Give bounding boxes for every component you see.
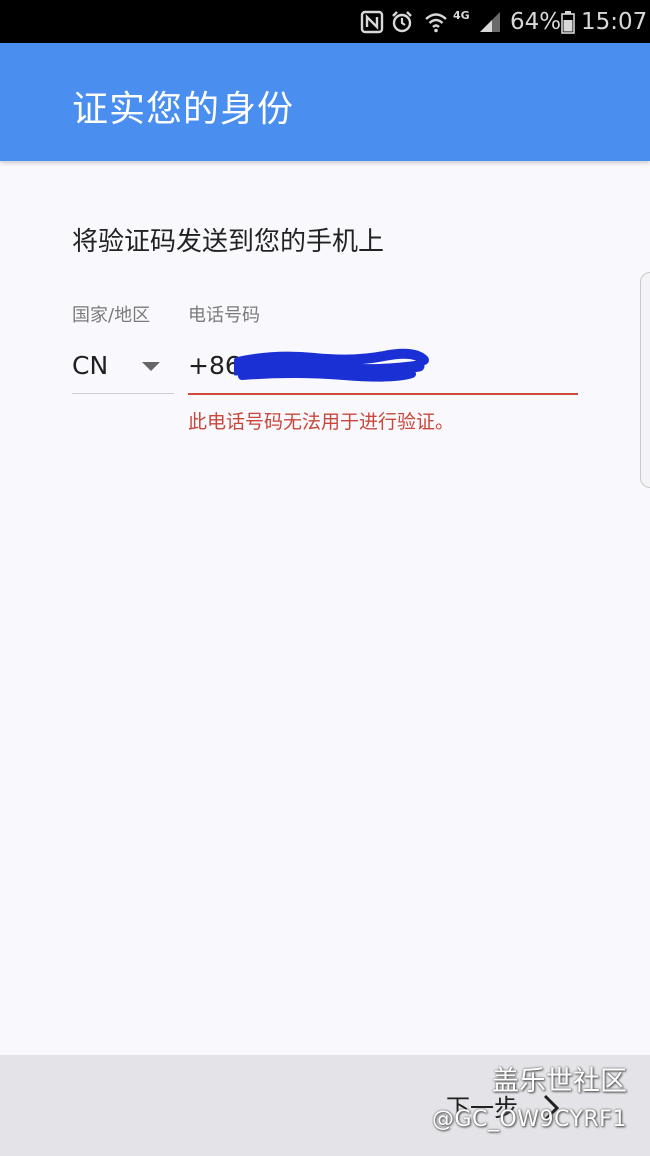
watermark-community-name: 盖乐世社区 xyxy=(492,1066,627,1097)
edge-panel-handle[interactable] xyxy=(640,272,650,488)
wifi-icon xyxy=(424,0,448,43)
country-value: CN xyxy=(72,351,109,380)
nfc-icon xyxy=(360,0,384,43)
redaction-scribble xyxy=(234,348,429,382)
signal-icon xyxy=(478,0,502,43)
instruction-text: 将验证码发送到您的手机上 xyxy=(72,227,385,257)
battery-percent: 64% xyxy=(510,8,562,35)
watermark-user-id: @GC_OW9CYRF1 xyxy=(432,1107,627,1132)
network-type-label: 4G xyxy=(453,8,470,22)
alarm-icon xyxy=(390,0,414,43)
battery-icon xyxy=(561,0,575,43)
clock: 15:07 xyxy=(581,8,648,35)
country-label: 国家/地区 xyxy=(72,305,151,326)
error-message: 此电话号码无法用于进行验证。 xyxy=(188,411,455,433)
page-title: 证实您的身份 xyxy=(72,89,295,130)
country-select[interactable]: CN xyxy=(72,344,174,394)
status-bar: 4G 64% 15:07 xyxy=(0,0,650,43)
app-bar: 证实您的身份 xyxy=(0,43,650,161)
dropdown-arrow-icon xyxy=(142,362,160,371)
phone-label: 电话号码 xyxy=(188,305,260,326)
